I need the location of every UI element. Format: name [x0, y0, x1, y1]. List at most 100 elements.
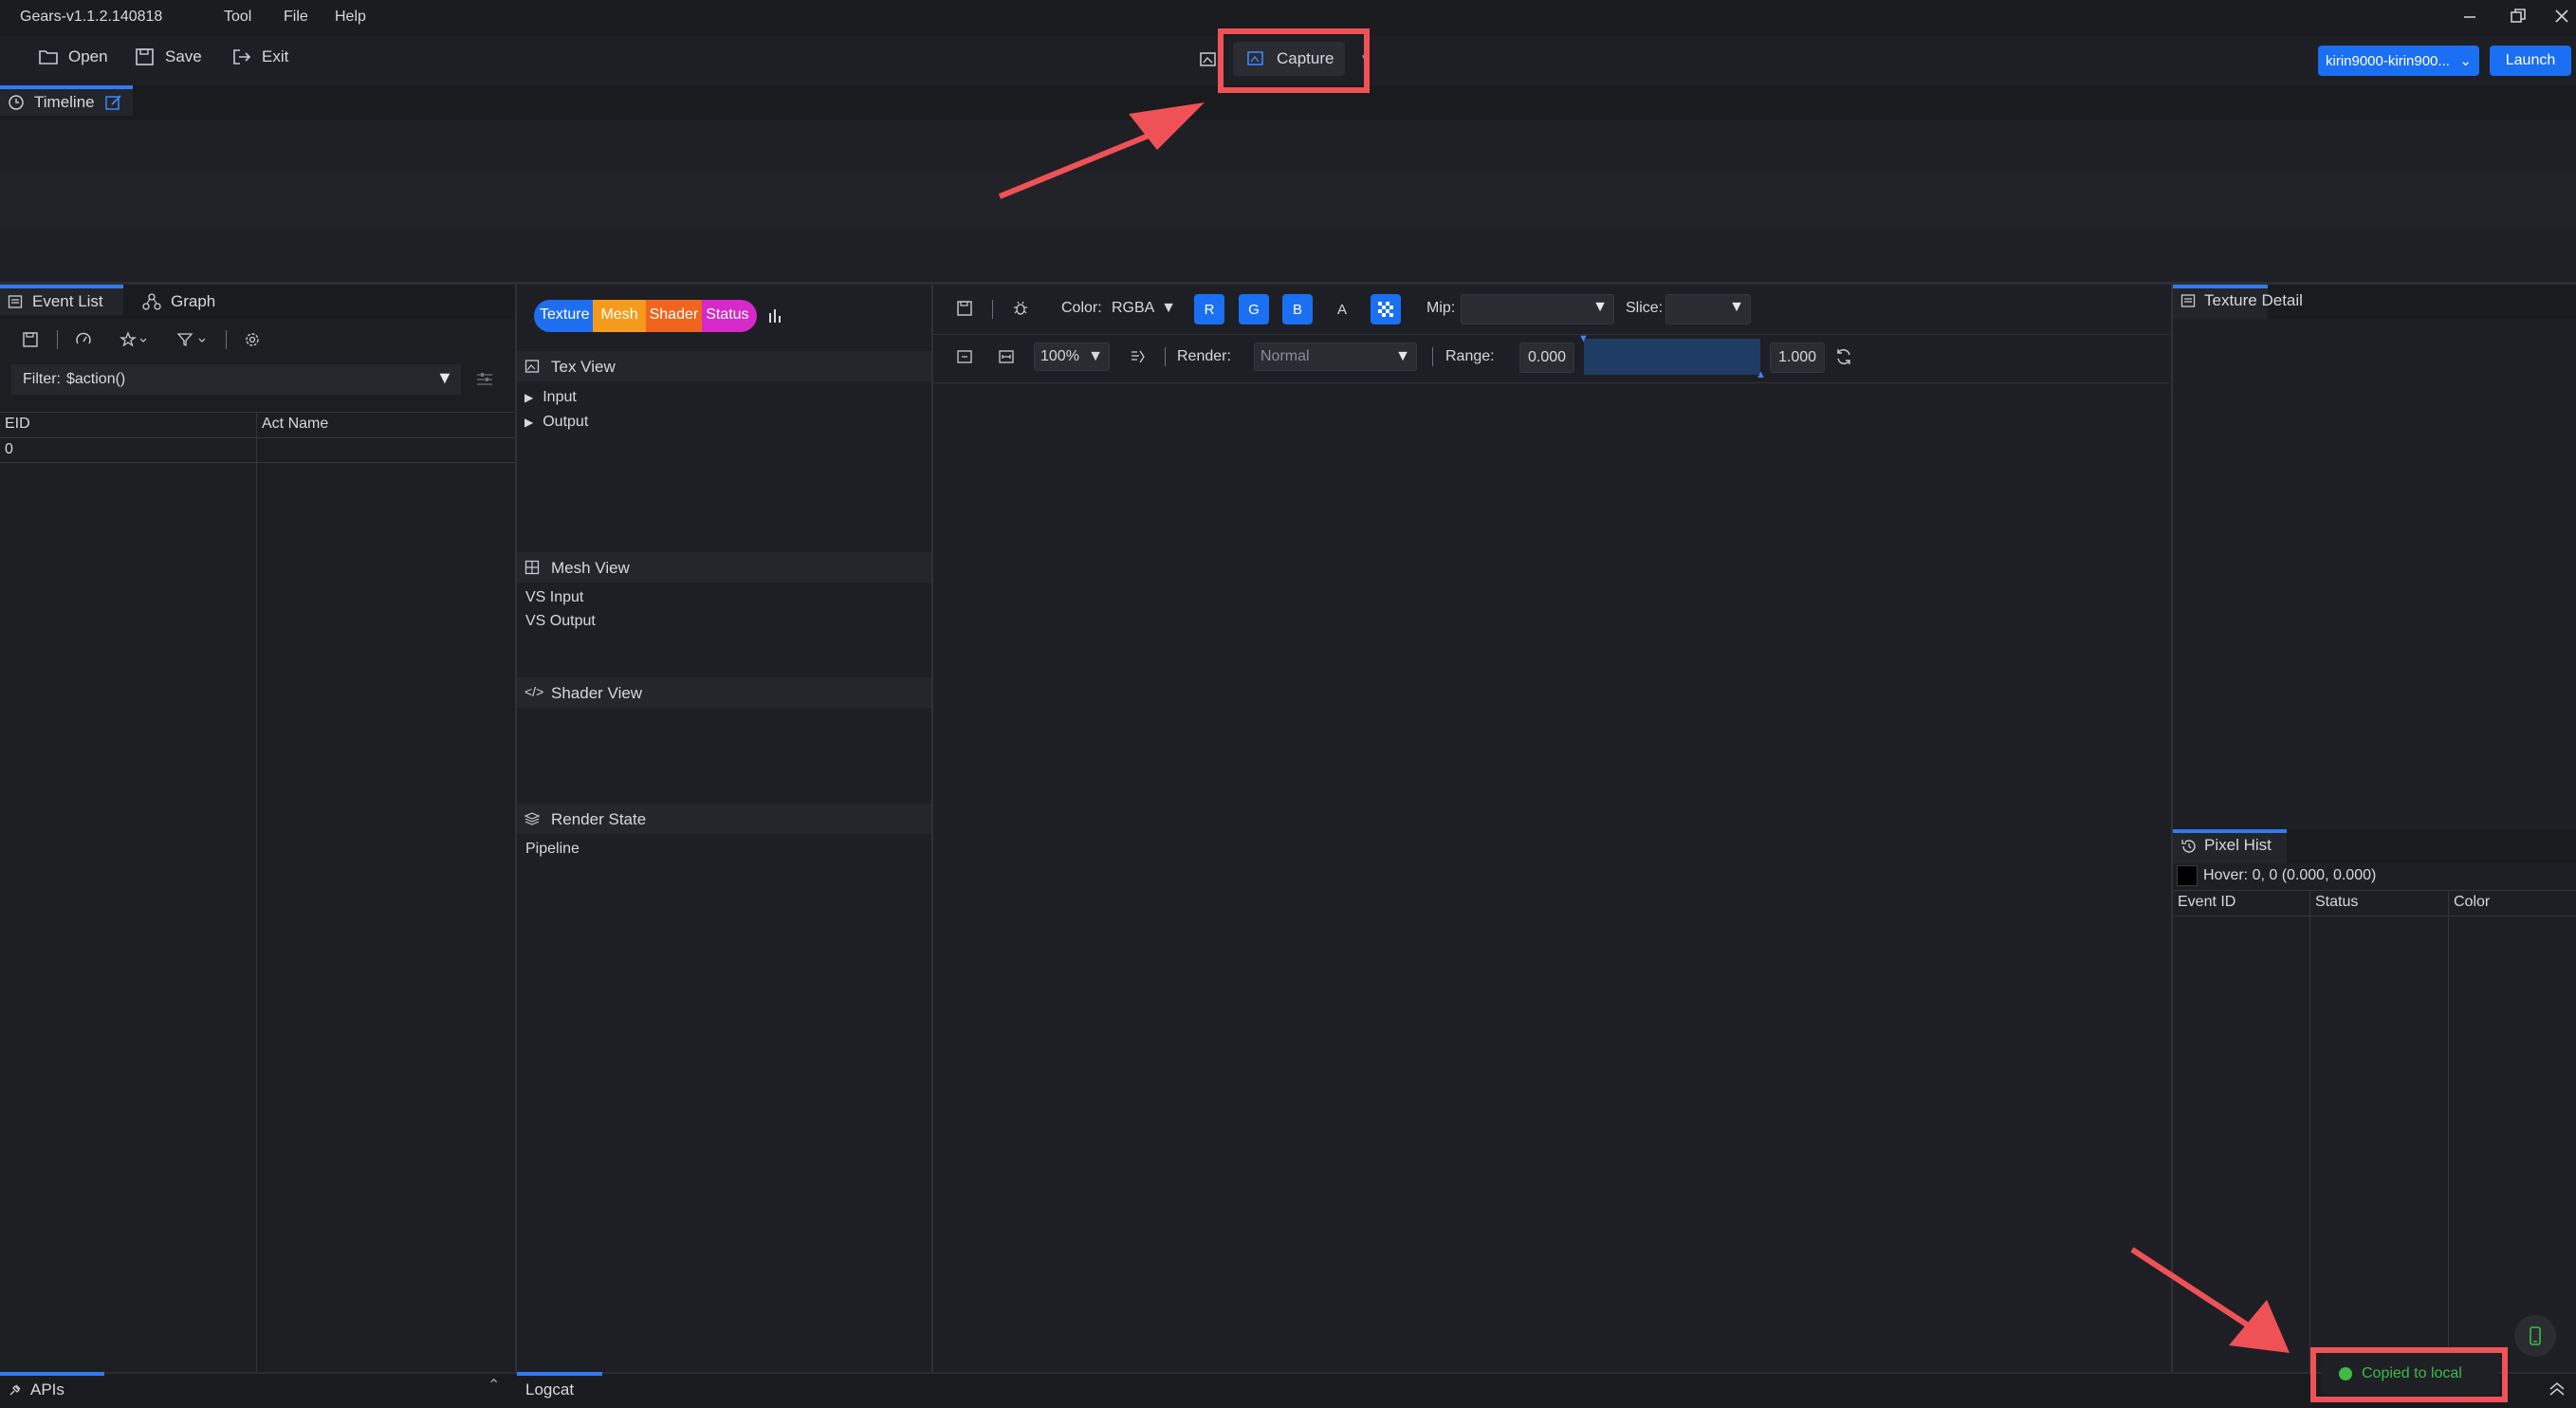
- range-max-field[interactable]: 1.000: [1770, 343, 1825, 373]
- range-min-field[interactable]: 0.000: [1519, 343, 1574, 373]
- range-label: Range:: [1445, 348, 1495, 364]
- pill-status[interactable]: Status: [702, 300, 757, 332]
- tree-item-input[interactable]: ▶ Input: [524, 389, 577, 406]
- tab-logcat[interactable]: Logcat: [517, 1372, 602, 1404]
- save-button[interactable]: Save: [135, 47, 202, 66]
- zoom-select[interactable]: 100% ▼: [1034, 343, 1110, 371]
- open-button[interactable]: Open: [38, 47, 108, 66]
- column-header-status: Status: [2315, 894, 2359, 910]
- actual-size-icon[interactable]: [998, 348, 1015, 365]
- slice-select[interactable]: ▼: [1665, 294, 1751, 324]
- save-icon[interactable]: [956, 300, 973, 317]
- expand-up-icon[interactable]: [2548, 1380, 2567, 1399]
- pill-shader[interactable]: Shader: [645, 300, 703, 332]
- column-header-act-name: Act Name: [262, 416, 329, 432]
- mesh-view-title: Mesh View: [551, 559, 630, 577]
- capture-highlight-box: [1218, 28, 1370, 93]
- screenshot-icon[interactable]: [1199, 50, 1218, 69]
- tree-item-output[interactable]: ▶ Output: [524, 414, 588, 431]
- filter-icon[interactable]: [176, 331, 209, 348]
- clock-icon: [8, 94, 25, 111]
- tab-apis[interactable]: APIs: [0, 1372, 104, 1404]
- grid-icon: [524, 560, 540, 575]
- pipeline-item[interactable]: Pipeline: [525, 841, 580, 858]
- range-min-handle[interactable]: ▼: [1578, 333, 1589, 344]
- dropdown-icon: ▼: [1729, 299, 1744, 315]
- options-icon[interactable]: [476, 372, 493, 387]
- bug-icon[interactable]: [1012, 300, 1029, 317]
- render-select[interactable]: Normal ▼: [1254, 343, 1417, 371]
- save-icon[interactable]: [22, 331, 39, 348]
- collapse-icon[interactable]: ⌃: [488, 1376, 500, 1395]
- channel-a-toggle[interactable]: A: [1327, 294, 1357, 324]
- close-icon[interactable]: [2553, 8, 2570, 25]
- channel-g-toggle[interactable]: G: [1239, 294, 1269, 324]
- tab-graph[interactable]: Graph: [142, 285, 215, 319]
- zoom-value: 100%: [1040, 348, 1079, 364]
- chevron-down-icon: ⌄: [2459, 53, 2472, 69]
- launch-button[interactable]: Launch: [2490, 46, 2571, 76]
- device-fab[interactable]: [2514, 1315, 2556, 1357]
- save-icon: [135, 47, 156, 66]
- shader-view-header[interactable]: </> Shader View: [517, 677, 931, 708]
- filter-field[interactable]: Filter: $action(): [11, 364, 461, 395]
- gear-icon[interactable]: [244, 331, 261, 348]
- app-title: Gears-v1.1.2.140818: [20, 9, 163, 25]
- toolbar-divider: [1432, 347, 1433, 366]
- dropdown-icon: ▼: [1592, 299, 1608, 315]
- pill-texture[interactable]: Texture: [534, 300, 594, 332]
- pill-mesh[interactable]: Mesh: [593, 300, 646, 332]
- gauge-icon[interactable]: [75, 331, 92, 348]
- tree-item-input-label: Input: [543, 389, 577, 405]
- stats-icon[interactable]: [768, 307, 783, 324]
- device-select[interactable]: kirin9000-kirin900... ⌄: [2318, 46, 2479, 76]
- vs-input-item[interactable]: VS Input: [525, 589, 583, 606]
- range-max-handle[interactable]: ▲: [1756, 369, 1766, 380]
- phone-icon: [2530, 1326, 2541, 1345]
- dropdown-icon: ▼: [1161, 300, 1176, 316]
- edit-icon[interactable]: [104, 94, 123, 111]
- range-slider[interactable]: ▼ ▲: [1578, 333, 1766, 380]
- tex-view-title: Tex View: [551, 358, 616, 376]
- timeline-label: Timeline: [34, 93, 95, 111]
- filter-dropdown-icon[interactable]: ▼: [436, 368, 453, 388]
- color-select[interactable]: RGBA ▼: [1106, 294, 1182, 323]
- mip-select[interactable]: ▼: [1461, 294, 1614, 324]
- channel-b-toggle[interactable]: B: [1282, 294, 1313, 324]
- event-list-panel: Event List Graph Filter: $action() ▼ EID…: [0, 285, 517, 1372]
- star-icon[interactable]: [120, 331, 148, 348]
- menu-help[interactable]: Help: [335, 9, 366, 26]
- mip-label: Mip:: [1426, 300, 1456, 316]
- column-header-eid: EID: [5, 416, 30, 432]
- exit-icon: [231, 47, 252, 66]
- flip-icon[interactable]: [1129, 348, 1146, 365]
- refresh-icon[interactable]: [1834, 347, 1853, 366]
- exit-button[interactable]: Exit: [231, 47, 288, 66]
- toast-highlight-box: [2310, 1347, 2508, 1402]
- vs-output-item[interactable]: VS Output: [525, 613, 596, 630]
- fit-icon[interactable]: [956, 348, 973, 365]
- color-value: RGBA: [1112, 300, 1155, 316]
- checkerboard-toggle[interactable]: [1371, 294, 1401, 324]
- minimize-icon[interactable]: [2462, 9, 2477, 25]
- save-label: Save: [165, 47, 202, 65]
- tex-view-header[interactable]: Tex View: [517, 351, 931, 381]
- menu-tool[interactable]: Tool: [224, 9, 251, 26]
- tab-timeline[interactable]: Timeline: [0, 85, 133, 116]
- channel-r-toggle[interactable]: R: [1194, 294, 1224, 324]
- image-icon: [524, 359, 540, 374]
- checkerboard-icon: [1378, 302, 1393, 317]
- menu-file[interactable]: File: [284, 9, 308, 26]
- toolbar-divider: [992, 300, 993, 319]
- table-row[interactable]: 0: [0, 438, 515, 462]
- tab-apis-label: APIs: [30, 1380, 64, 1399]
- tab-event-list[interactable]: Event List: [0, 285, 123, 315]
- restore-icon[interactable]: [2510, 8, 2527, 25]
- texture-canvas[interactable]: [933, 383, 2169, 1372]
- eid-cell: 0: [5, 441, 13, 457]
- timeline-area: [0, 120, 2576, 282]
- render-state-header[interactable]: Render State: [517, 804, 931, 834]
- mesh-view-header[interactable]: Mesh View: [517, 552, 931, 583]
- dropdown-icon: ▼: [1395, 348, 1410, 364]
- dropdown-icon: ▼: [1088, 348, 1103, 364]
